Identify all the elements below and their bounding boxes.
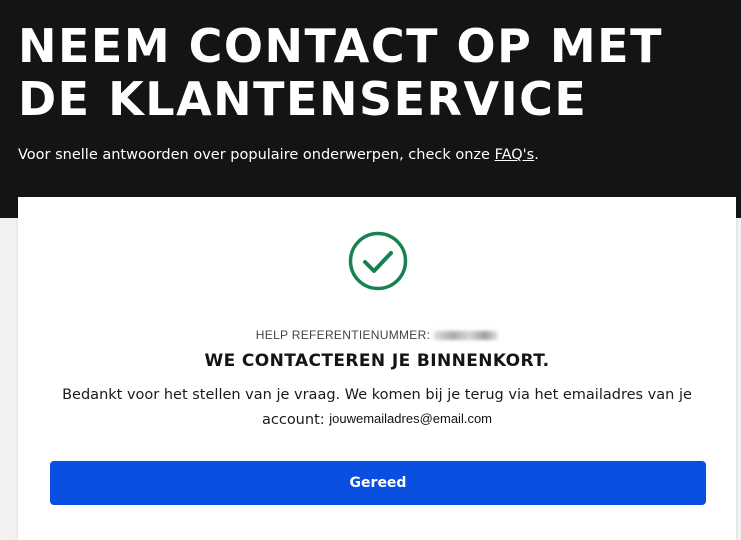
page-header: NEEM CONTACT OP MET DE KLANTENSERVICE Vo…: [0, 0, 741, 218]
account-email: jouwemailadres@email.com: [329, 411, 493, 426]
header-subtitle: Voor snelle antwoorden over populaire on…: [18, 145, 539, 165]
subtitle-text: Voor snelle antwoorden over populaire on…: [18, 147, 495, 163]
reference-number: HELP REFERENTIENUMMER:: [18, 328, 736, 342]
confirmation-heading: WE CONTACTEREN JE BINNENKORT.: [204, 351, 550, 371]
reference-label: HELP REFERENTIENUMMER:: [255, 328, 431, 342]
subtitle-period: .: [534, 147, 539, 163]
confirmation-message: Bedankt voor het stellen van je vraag. W…: [42, 384, 712, 432]
page-title: NEEM CONTACT OP MET DE KLANTENSERVICE: [18, 19, 663, 126]
faq-link[interactable]: FAQ's: [495, 147, 535, 163]
confirmation-card: HELP REFERENTIENUMMER: WE CONTACTEREN JE…: [18, 197, 736, 540]
check-circle-icon: [348, 231, 408, 291]
reference-value-redacted: [434, 331, 499, 341]
done-button[interactable]: Gereed: [50, 461, 706, 505]
